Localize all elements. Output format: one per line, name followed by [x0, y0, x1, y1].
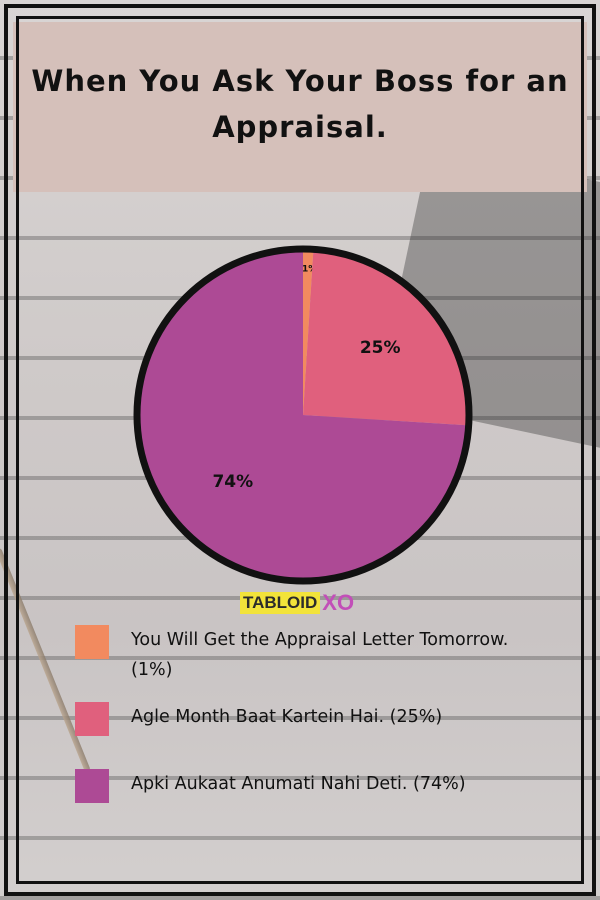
pie-slice-label: 74%: [212, 472, 253, 492]
legend-swatch: [75, 625, 109, 659]
logo-accent-text: XO: [322, 590, 355, 615]
infographic-page: When You Ask Your Boss for an Appraisal.…: [0, 0, 600, 900]
legend-item: Apki Aukaat Anumati Nahi Deti. (74%): [75, 769, 551, 803]
legend-item: Agle Month Baat Kartein Hai. (25%): [75, 702, 551, 736]
legend-swatch: [75, 702, 109, 736]
tabloidxo-logo: TABLOID XO: [240, 590, 355, 615]
logo-main-text: TABLOID: [240, 592, 321, 614]
pie-slice-label: 25%: [360, 338, 401, 358]
legend-label: Apki Aukaat Anumati Nahi Deti. (74%): [131, 774, 466, 794]
legend-swatch: [75, 769, 109, 803]
legend-item: You Will Get the Appraisal Letter Tomorr…: [75, 625, 551, 685]
page-title: When You Ask Your Boss for an Appraisal.: [31, 64, 569, 144]
pie-chart: 1% 25% 74%: [128, 240, 478, 590]
legend-label: Agle Month Baat Kartein Hai. (25%): [131, 707, 443, 727]
pie-chart-svg: 1%25%74%: [133, 245, 473, 585]
legend-label: You Will Get the Appraisal Letter Tomorr…: [131, 630, 509, 680]
title-banner-scallop: [13, 168, 587, 190]
